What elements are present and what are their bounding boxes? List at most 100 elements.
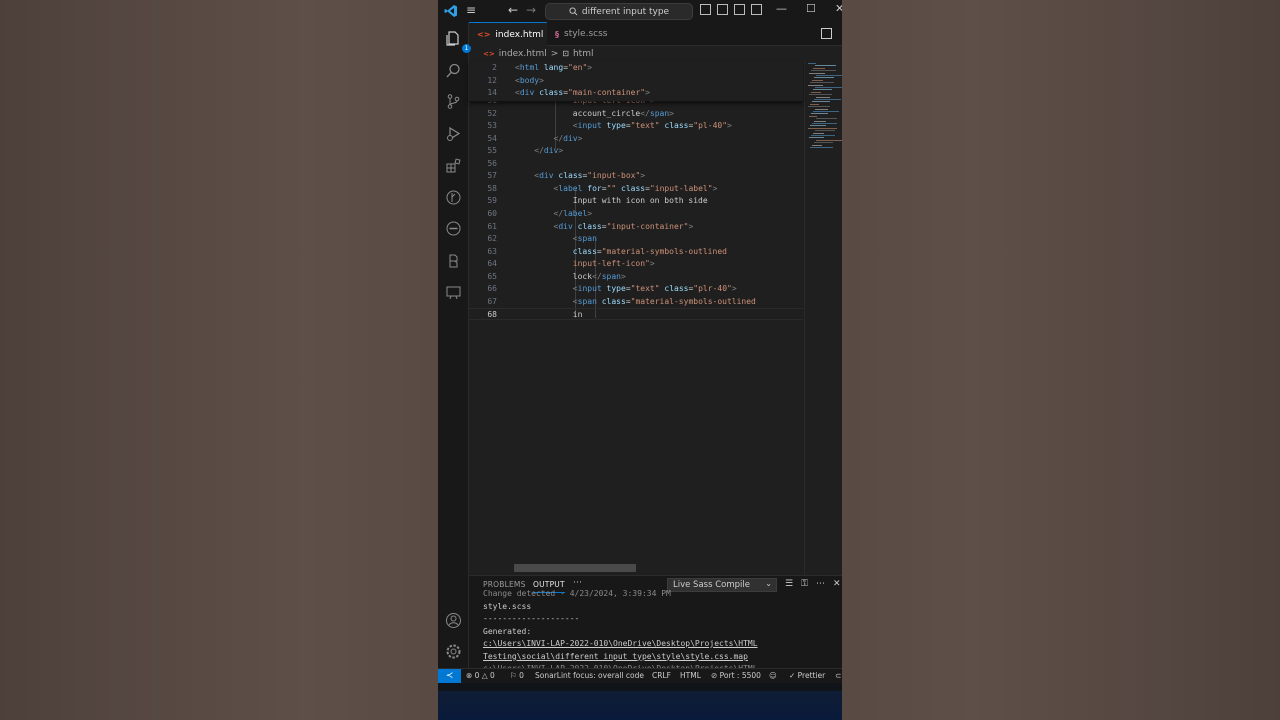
search-icon[interactable] xyxy=(445,62,462,79)
code-line[interactable]: 57 <div class="input-box"> xyxy=(469,170,803,182)
more-icon[interactable]: ⋯ xyxy=(816,579,825,589)
line-number[interactable]: 2 xyxy=(469,62,497,74)
toggle-sidebar-icon[interactable] xyxy=(700,4,711,15)
maximize-button[interactable]: ☐ xyxy=(806,2,816,15)
code-line[interactable]: 59 Input with icon on both side xyxy=(469,195,803,207)
sonarlint-focus[interactable]: SonarLint focus: overall code xyxy=(535,671,644,680)
split-editor-icon[interactable] xyxy=(821,28,832,39)
code-line[interactable]: 56 xyxy=(469,158,803,170)
close-button[interactable]: ✕ xyxy=(835,2,842,15)
source-control-icon[interactable] xyxy=(445,93,462,110)
code-line[interactable]: 61 <div class="input-container"> xyxy=(469,221,803,233)
line-code: </label> xyxy=(553,208,593,218)
notifications-icon[interactable]: ⊂ xyxy=(835,671,841,680)
live-server-port[interactable]: ⊘ Port : 5500 xyxy=(711,671,761,680)
extensions-icon[interactable] xyxy=(445,157,462,174)
toggle-secondary-sidebar-icon[interactable] xyxy=(734,4,745,15)
output-channel-select[interactable]: Live Sass Compile ⌄ xyxy=(667,578,777,592)
sass-icon: § xyxy=(555,29,559,39)
toggle-panel-icon[interactable] xyxy=(717,4,728,15)
line-number[interactable]: 60 xyxy=(469,208,497,220)
minimize-button[interactable]: — xyxy=(776,2,787,15)
lock-scroll-icon[interactable]: ⚿ xyxy=(801,579,808,589)
output-file-link[interactable]: c:\Users\INVI-LAP-2022-010\OneDrive\Desk… xyxy=(483,638,758,650)
run-debug-icon[interactable] xyxy=(445,125,462,142)
line-number[interactable]: 14 xyxy=(469,87,497,99)
accounts-icon[interactable] xyxy=(445,612,462,629)
breadcrumb-symbol[interactable]: html xyxy=(573,49,594,59)
line-number[interactable]: 12 xyxy=(469,75,497,87)
minimap-line xyxy=(815,87,842,88)
line-number[interactable]: 63 xyxy=(469,246,497,258)
minimap-line xyxy=(812,144,822,146)
line-number[interactable]: 55 xyxy=(469,145,497,157)
ports-count[interactable]: ⚐ 0 xyxy=(510,671,524,680)
code-line[interactable]: 53 <input type="text" class="pl-40"> xyxy=(469,120,803,132)
code-line[interactable]: 14 <div class="main-container"> xyxy=(469,87,803,99)
line-number[interactable]: 59 xyxy=(469,195,497,207)
back-arrow-icon[interactable]: ← xyxy=(508,3,518,17)
close-panel-icon[interactable]: ✕ xyxy=(833,579,841,589)
output-file-link[interactable]: Testing\social\different input type\styl… xyxy=(483,651,748,663)
code-line[interactable]: 66 <input type="text" class="plr-40"> xyxy=(469,283,803,295)
code-line[interactable]: 64 input-left-icon"> xyxy=(469,258,803,270)
line-number[interactable]: 53 xyxy=(469,120,497,132)
menu-icon[interactable]: ≡ xyxy=(466,3,476,17)
line-number[interactable]: 58 xyxy=(469,183,497,195)
code-line[interactable]: 52 account_circle</span> xyxy=(469,108,803,120)
minimap-line xyxy=(813,89,832,91)
line-number[interactable]: 52 xyxy=(469,108,497,120)
tab-index-html[interactable]: <> index.html xyxy=(469,22,547,46)
copilot-icon[interactable]: ☺ xyxy=(769,671,777,680)
line-number[interactable]: 67 xyxy=(469,296,497,308)
code-line[interactable]: 2 <html lang="en"> xyxy=(469,62,803,74)
live-share-icon[interactable] xyxy=(445,220,462,237)
code-line[interactable]: 12 <body> xyxy=(469,75,803,87)
line-number[interactable]: 61 xyxy=(469,221,497,233)
code-editor[interactable]: 51 input-left-icon">52 account_circle</s… xyxy=(469,61,842,575)
line-number[interactable]: 66 xyxy=(469,283,497,295)
code-line[interactable]: 55 </div> xyxy=(469,145,803,157)
more-actions-icon[interactable]: ··· xyxy=(573,578,582,588)
remote-icon[interactable] xyxy=(445,284,462,301)
problems-count[interactable]: ⊗ 0 △ 0 xyxy=(466,671,495,680)
eol-indicator[interactable]: CRLF xyxy=(652,671,671,680)
remote-indicator-icon[interactable]: ≺ xyxy=(438,669,461,683)
code-line[interactable]: 67 <span class="material-symbols-outline… xyxy=(469,296,803,308)
horizontal-scrollbar[interactable] xyxy=(514,564,636,572)
settings-icon[interactable] xyxy=(445,643,462,660)
code-line[interactable]: 63 class="material-symbols-outlined xyxy=(469,246,803,258)
line-number[interactable]: 56 xyxy=(469,158,497,170)
line-number[interactable]: 57 xyxy=(469,170,497,182)
prettier-status[interactable]: ✓ Prettier xyxy=(789,671,825,680)
line-number[interactable]: 62 xyxy=(469,233,497,245)
line-number[interactable]: 65 xyxy=(469,271,497,283)
line-code: <div class="input-container"> xyxy=(553,221,694,231)
code-line[interactable]: 58 <label for="" class="input-label"> xyxy=(469,183,803,195)
line-number[interactable]: 68 xyxy=(469,309,497,321)
minimap-line xyxy=(810,147,833,148)
line-number[interactable]: 54 xyxy=(469,133,497,145)
minimap-line xyxy=(808,127,837,129)
language-mode[interactable]: HTML xyxy=(680,671,701,680)
git-graph-icon[interactable] xyxy=(445,189,462,206)
code-line[interactable]: 62 <span xyxy=(469,233,803,245)
code-line[interactable]: 60 </label> xyxy=(469,208,803,220)
breadcrumb-file[interactable]: index.html xyxy=(499,49,547,59)
minimap[interactable] xyxy=(804,61,842,575)
activity-bar: 1 xyxy=(438,22,471,668)
output-line: Change detected - 4/23/2024, 3:39:34 PM xyxy=(483,589,671,598)
code-line[interactable]: 68 in xyxy=(469,308,803,321)
customize-layout-icon[interactable] xyxy=(751,4,762,15)
forward-arrow-icon[interactable]: → xyxy=(526,3,536,17)
minimap-line xyxy=(815,108,828,110)
clear-output-icon[interactable]: ☰ xyxy=(785,579,793,589)
command-center-search[interactable]: different input type xyxy=(545,3,693,20)
tab-style-scss[interactable]: § style.scss xyxy=(547,22,623,46)
code-line[interactable]: 65 lock</span> xyxy=(469,271,803,283)
files-icon[interactable]: 1 xyxy=(445,30,471,53)
line-number[interactable]: 64 xyxy=(469,258,497,270)
line-code: </div> xyxy=(553,133,583,143)
remote-explorer-icon[interactable] xyxy=(445,252,462,269)
code-line[interactable]: 54 </div> xyxy=(469,133,803,145)
